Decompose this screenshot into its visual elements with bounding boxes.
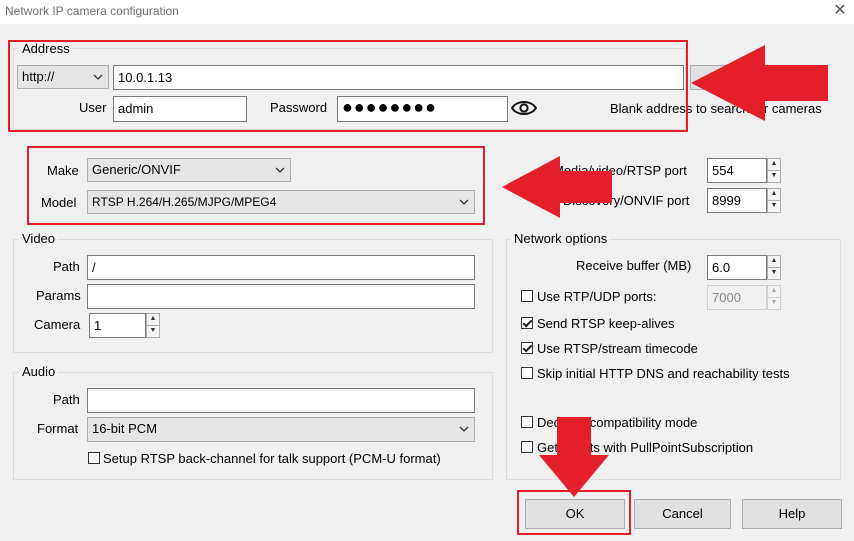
video-group-label: Video — [19, 231, 59, 246]
skip-dns-checkbox[interactable] — [521, 367, 533, 379]
media-port-input[interactable]: 554 — [707, 158, 767, 183]
camera-label: Camera — [34, 317, 81, 332]
decoder-compat-checkbox[interactable] — [521, 416, 533, 428]
video-path-label: Path — [53, 259, 80, 274]
timecode-checkbox[interactable] — [521, 342, 533, 354]
audio-path-input[interactable] — [87, 388, 475, 413]
audio-format-value: 16-bit PCM — [92, 421, 158, 436]
help-button[interactable]: Help — [742, 499, 842, 529]
backchannel-label: Setup RTSP back-channel for talk support… — [103, 451, 441, 466]
backchannel-checkbox[interactable] — [88, 452, 100, 464]
receive-buffer-input[interactable]: 6.0 — [707, 255, 767, 280]
discovery-port-spinner[interactable]: ▲ ▼ — [767, 188, 781, 213]
rtp-udp-port-input[interactable]: 7000 — [707, 285, 767, 310]
keepalive-label: Send RTSP keep-alives — [537, 316, 675, 331]
video-params-input[interactable] — [87, 284, 475, 309]
audio-path-label: Path — [53, 392, 80, 407]
audio-format-label: Format — [37, 421, 79, 436]
receive-buffer-label: Receive buffer (MB) — [576, 258, 692, 273]
video-path-input[interactable]: / — [87, 255, 475, 280]
skip-dns-label: Skip initial HTTP DNS and reachability t… — [537, 366, 790, 381]
receive-buffer-spinner[interactable]: ▲ ▼ — [767, 255, 781, 280]
video-params-label: Params — [36, 288, 81, 303]
timecode-label: Use RTSP/stream timecode — [537, 341, 698, 356]
cancel-button[interactable]: Cancel — [634, 499, 731, 529]
camera-spinner[interactable]: ▲ ▼ — [146, 313, 160, 338]
audio-group-label: Audio — [19, 364, 59, 379]
network-options-label: Network options — [511, 231, 611, 246]
rtp-udp-port-spinner[interactable]: ▲ ▼ — [767, 285, 781, 310]
arrow-down-icon — [539, 417, 609, 497]
discovery-port-input[interactable]: 8999 — [707, 188, 767, 213]
close-icon[interactable]: ✕ — [830, 1, 850, 21]
camera-input[interactable]: 1 — [89, 313, 146, 338]
chevron-down-icon — [459, 426, 469, 432]
arrow-left-icon — [502, 156, 612, 218]
audio-format-select[interactable]: 16-bit PCM — [87, 417, 475, 442]
window-title: Network IP camera configuration — [5, 4, 179, 18]
rtp-udp-checkbox[interactable] — [521, 290, 533, 302]
keepalive-checkbox[interactable] — [521, 317, 533, 329]
annotation-box-address — [8, 40, 688, 132]
media-port-spinner[interactable]: ▲ ▼ — [767, 158, 781, 183]
arrow-left-icon — [691, 45, 828, 121]
annotation-box-make-model — [27, 146, 485, 225]
rtp-udp-label: Use RTP/UDP ports: — [537, 289, 657, 304]
events-checkbox[interactable] — [521, 441, 533, 453]
